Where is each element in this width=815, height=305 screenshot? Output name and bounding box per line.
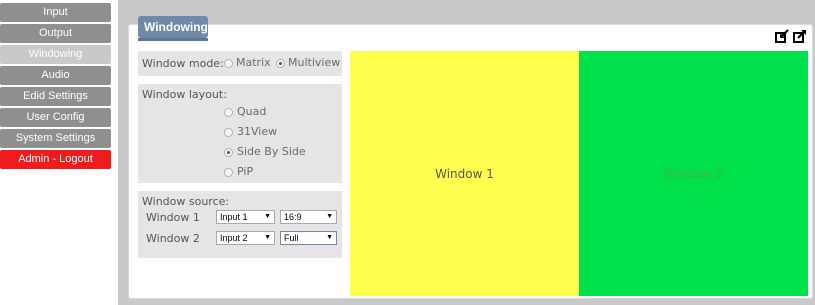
window1-aspect-value: 16:9 [284,212,302,222]
window2-source-label: Window 2 [146,232,200,245]
chevron-down-icon: ▼ [326,213,333,220]
sidebar-item-user-config[interactable]: User Config [0,108,111,127]
export-icon[interactable] [793,28,807,43]
layout-pip-radio[interactable] [224,168,233,177]
layout-quad-label[interactable]: Quad [237,105,266,118]
window2-aspect-value: Full [284,233,299,243]
sidebar: Input Output Windowing Audio Edid Settin… [0,0,113,305]
window-mode-label: Window mode: [142,57,224,70]
layout-pip-label[interactable]: PiP [237,165,253,178]
window1-input-value: Input 1 [220,212,248,222]
import-icon[interactable] [775,28,789,43]
preview-window-1[interactable]: Window 1 [350,51,579,296]
sidebar-item-system-settings[interactable]: System Settings [0,129,111,148]
top-bar [118,0,815,13]
sidebar-item-admin-logout[interactable]: Admin - Logout [0,150,111,169]
layout-31view-radio[interactable] [224,128,233,137]
sidebar-item-output[interactable]: Output [0,24,111,43]
window-mode-matrix-label[interactable]: Matrix [236,56,271,69]
window2-input-value: Input 2 [220,233,248,243]
window-source-label: Window source: [142,195,230,208]
page-title: Windowing [138,16,208,41]
window-mode-matrix-radio[interactable] [224,59,233,68]
window-mode-multiview-label[interactable]: Multiview [288,56,340,69]
layout-side-by-side-label[interactable]: Side By Side [237,145,306,158]
window1-source-label: Window 1 [146,211,200,224]
window1-aspect-select[interactable]: 16:9 ▼ [280,210,337,224]
chevron-down-icon: ▼ [326,234,333,241]
preview-window-2-label: Window 2 [664,166,723,181]
sidebar-item-input[interactable]: Input [0,3,111,22]
layout-31view-label[interactable]: 31View [237,125,277,138]
sidebar-item-edid-settings[interactable]: Edid Settings [0,87,111,106]
window-mode-multiview-radio[interactable] [276,59,285,68]
layout-side-by-side-radio[interactable] [224,148,233,157]
window-layout-label: Window layout: [142,88,227,101]
layout-quad-radio[interactable] [224,108,233,117]
window2-aspect-select[interactable]: Full ▼ [280,231,337,245]
sidebar-item-windowing[interactable]: Windowing [0,45,111,64]
preview-window-2[interactable]: Window 2 [579,51,808,296]
window1-input-select[interactable]: Input 1 ▼ [216,210,275,224]
chevron-down-icon: ▼ [264,213,271,220]
window2-input-select[interactable]: Input 2 ▼ [216,231,275,245]
chevron-down-icon: ▼ [264,234,271,241]
sidebar-item-audio[interactable]: Audio [0,66,111,85]
preview-window-1-label: Window 1 [435,166,494,181]
